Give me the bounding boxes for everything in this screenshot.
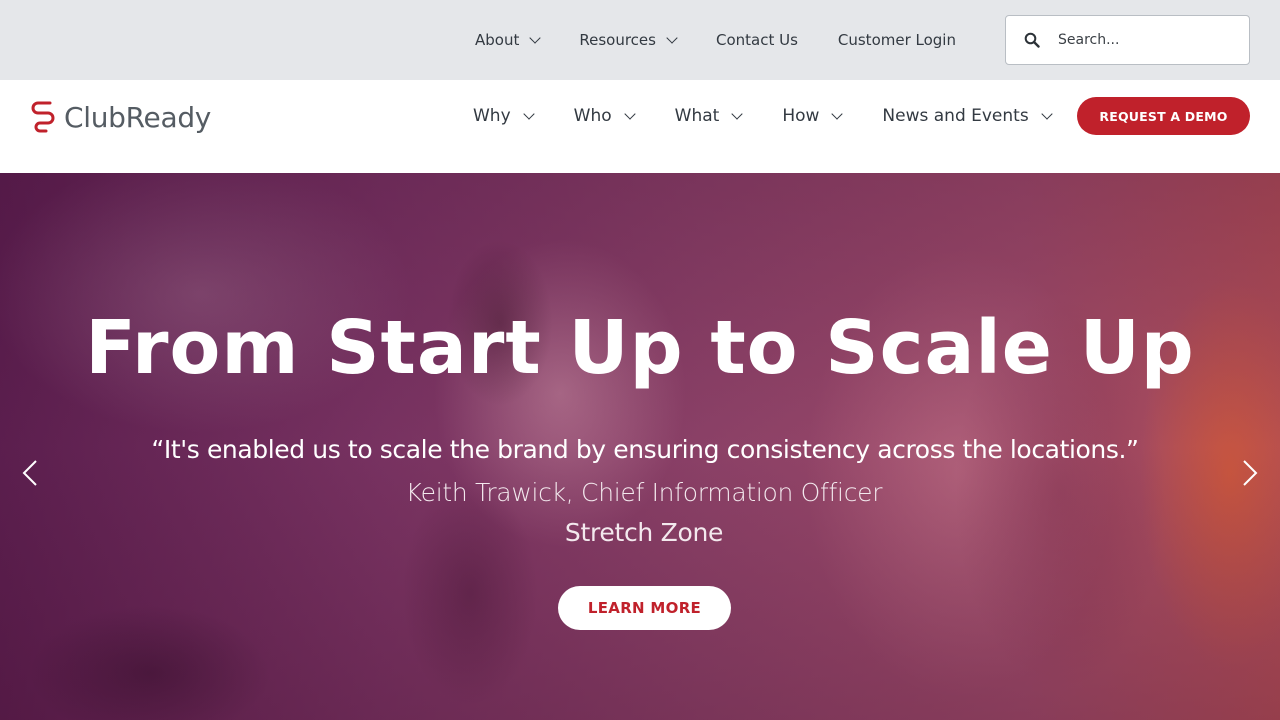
nav-item-what[interactable]: What — [674, 106, 743, 126]
nav-item-who[interactable]: Who — [573, 106, 636, 126]
nav-item-how[interactable]: How — [782, 106, 844, 126]
nav-item-who-label: Who — [573, 106, 612, 126]
utility-nav: About Resources Contact Us Customer Logi… — [475, 0, 996, 80]
request-demo-button[interactable]: REQUEST A DEMO — [1077, 97, 1250, 135]
chevron-down-icon — [522, 108, 535, 120]
utility-nav-about-label: About — [475, 31, 520, 49]
hero-quote: “It's enabled us to scale the brand by e… — [151, 435, 1139, 464]
utility-nav-about[interactable]: About — [475, 31, 542, 49]
main-header: ClubReady Why Who What How News and Even… — [0, 80, 1280, 173]
nav-item-why[interactable]: Why — [473, 106, 535, 126]
chevron-down-icon — [529, 32, 542, 44]
utility-bar: About Resources Contact Us Customer Logi… — [0, 0, 1280, 80]
clubready-logo-icon — [31, 101, 55, 133]
chevron-down-icon — [666, 32, 678, 44]
chevron-down-icon — [831, 108, 844, 120]
main-nav: Why Who What How News and Events — [473, 80, 1092, 152]
chevron-left-icon — [22, 460, 37, 486]
chevron-right-icon — [1243, 460, 1258, 486]
chevron-down-icon — [623, 108, 636, 120]
nav-item-news-and-events[interactable]: News and Events — [882, 106, 1053, 126]
hero-author: Keith Trawick, Chief Information Officer — [405, 478, 883, 507]
search-icon[interactable] — [1006, 16, 1058, 64]
search-box — [1005, 15, 1250, 65]
nav-item-news-and-events-label: News and Events — [882, 106, 1029, 126]
utility-nav-customer-login[interactable]: Customer Login — [838, 31, 956, 49]
search-input[interactable] — [1058, 25, 1238, 55]
logo[interactable]: ClubReady — [30, 97, 211, 137]
utility-nav-contact-us[interactable]: Contact Us — [716, 31, 798, 49]
nav-item-how-label: How — [782, 106, 820, 126]
logo-text: ClubReady — [64, 100, 212, 134]
hero-title: From Start Up to Scale Up — [85, 305, 1195, 391]
hero-slider: From Start Up to Scale Up “It's enabled … — [0, 173, 1280, 720]
utility-nav-contact-us-label: Contact Us — [715, 31, 798, 49]
utility-nav-resources[interactable]: Resources — [579, 31, 678, 49]
nav-item-why-label: Why — [473, 106, 511, 126]
slider-prev-arrow[interactable] — [16, 458, 46, 488]
hero-company: Stretch Zone — [564, 518, 724, 547]
chevron-down-icon — [731, 108, 743, 120]
chevron-down-icon — [1041, 108, 1053, 120]
learn-more-button[interactable]: LEARN MORE — [558, 586, 731, 630]
nav-item-what-label: What — [674, 106, 720, 126]
slider-next-arrow[interactable] — [1234, 458, 1264, 488]
utility-nav-resources-label: Resources — [579, 31, 656, 49]
utility-nav-customer-login-label: Customer Login — [837, 31, 956, 49]
